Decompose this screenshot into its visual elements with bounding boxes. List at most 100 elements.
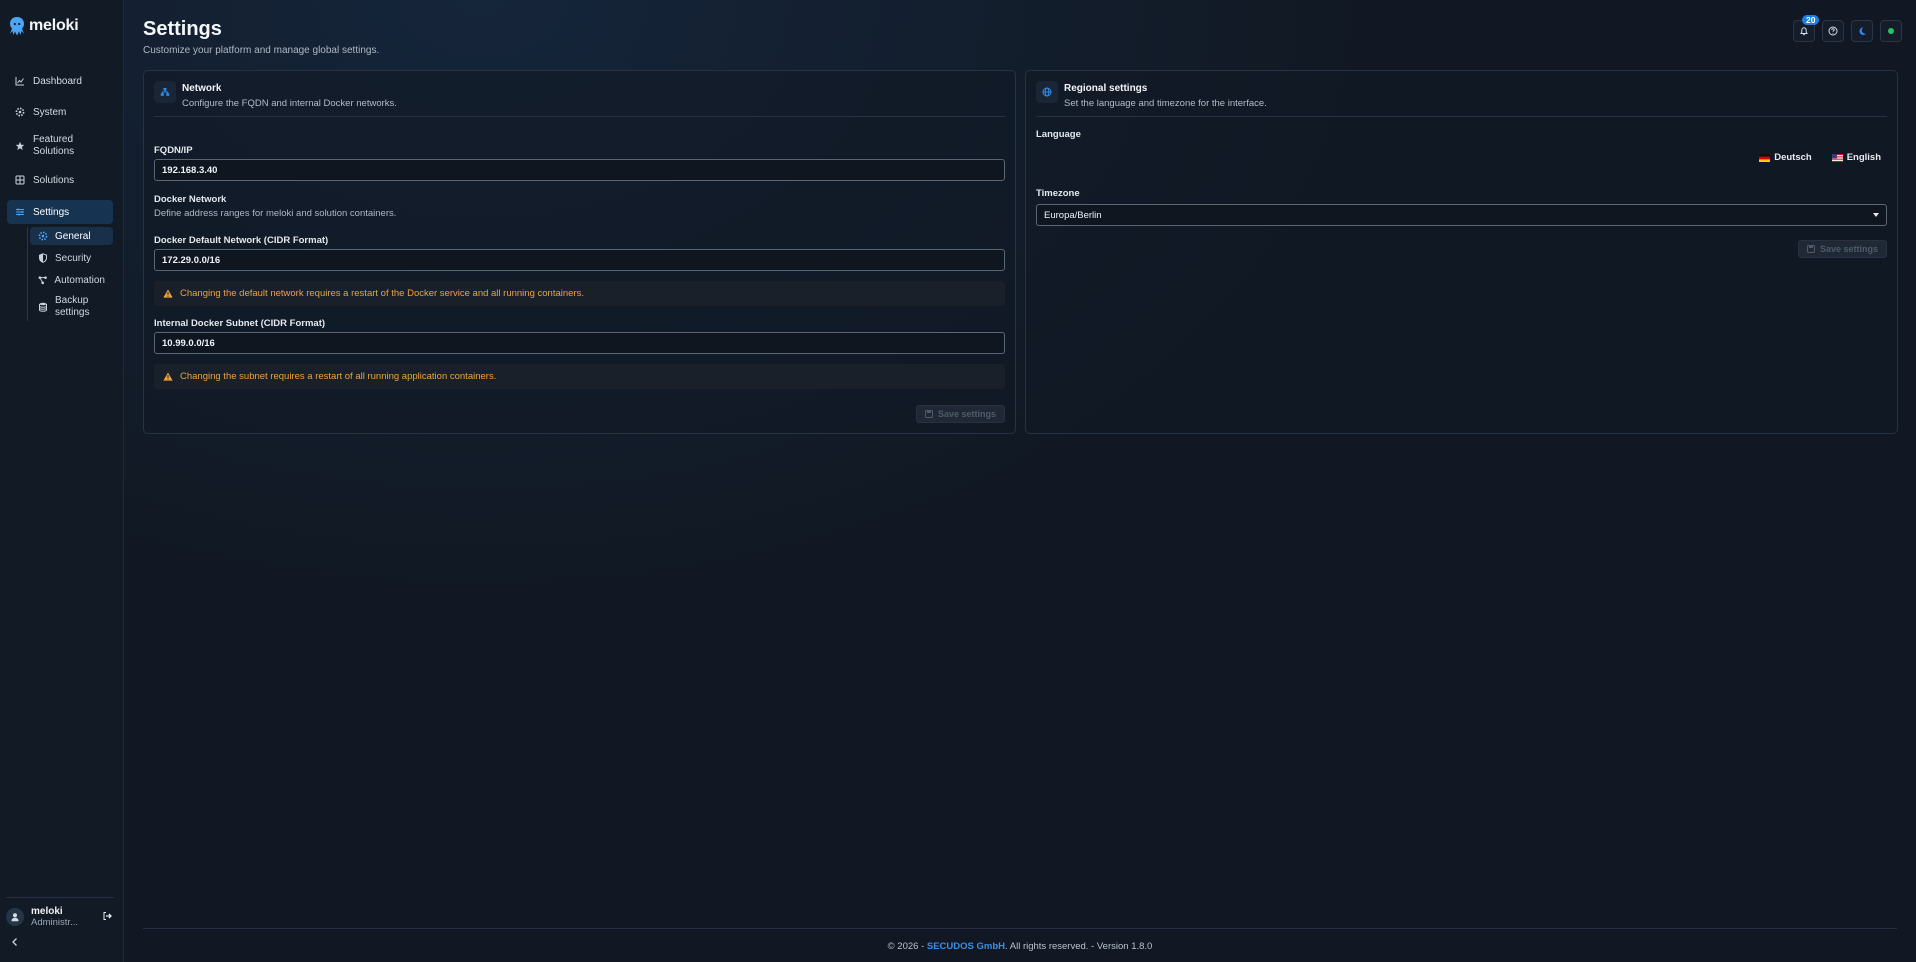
regional-save-button[interactable]: Save settings — [1797, 240, 1887, 258]
fqdn-label: FQDN/IP — [154, 145, 193, 156]
save-icon — [924, 410, 933, 418]
timezone-label: Timezone — [1036, 188, 1080, 199]
warning-triangle-icon — [163, 372, 173, 381]
caret-down-icon — [1873, 213, 1879, 217]
gear-icon — [15, 107, 25, 117]
sidebar-item-label: System — [33, 106, 67, 118]
app-logo[interactable]: meloki — [8, 16, 79, 36]
regional-settings-card: Regional settings Set the language and t… — [1025, 70, 1898, 434]
subnav-item-security[interactable]: Security — [30, 249, 113, 267]
logout-button[interactable] — [102, 911, 112, 924]
us-flag-icon — [1831, 153, 1843, 162]
bell-icon — [1800, 27, 1808, 36]
language-label-text: Deutsch — [1774, 152, 1812, 163]
sliders-icon — [16, 208, 24, 216]
notification-badge: 20 — [1802, 15, 1820, 25]
subnav-item-label: Automation — [54, 274, 105, 286]
user-icon — [11, 913, 19, 922]
language-label: Language — [1036, 129, 1081, 140]
timezone-select[interactable]: Europa/Berlin — [1036, 204, 1887, 226]
database-icon — [39, 302, 47, 312]
sidebar-item-settings[interactable]: Settings — [7, 200, 113, 224]
network-icon — [160, 88, 170, 96]
subnet-warning: Changing the subnet requires a restart o… — [154, 364, 1005, 389]
network-card-description: Configure the FQDN and internal Docker n… — [182, 98, 397, 109]
regional-card-header: Regional settings Set the language and t… — [1036, 81, 1887, 117]
docker-default-network-label: Docker Default Network (CIDR Format) — [154, 235, 329, 246]
user-info: meloki Administr... — [31, 906, 78, 928]
language-label-text: English — [1846, 152, 1881, 163]
page-subtitle: Customize your platform and manage globa… — [143, 45, 380, 56]
status-indicator-button[interactable] — [1880, 20, 1902, 42]
save-label: Save settings — [937, 409, 996, 419]
sidebar-item-label: Dashboard — [33, 75, 82, 87]
chart-line-icon — [15, 77, 24, 86]
page-title: Settings — [143, 18, 222, 40]
regional-card-title: Regional settings — [1064, 83, 1148, 94]
internal-subnet-input[interactable]: 10.99.0.0/16 — [154, 332, 1005, 354]
subnav-item-backup-settings[interactable]: Backup settings — [30, 293, 113, 321]
language-option-english[interactable]: English — [1831, 152, 1881, 163]
help-circle-icon — [1828, 26, 1838, 36]
theme-toggle-button[interactable] — [1851, 20, 1873, 42]
subnav-item-label: Backup settings — [55, 295, 90, 318]
main-content: Settings Customize your platform and man… — [124, 0, 1916, 962]
page-footer: © 2026 - SECUDOS GmbH. All rights reserv… — [143, 928, 1897, 952]
internal-subnet-label: Internal Docker Subnet (CIDR Format) — [154, 318, 326, 329]
app-root: meloki Dashboard System Featured Solutio… — [0, 0, 1916, 962]
status-dot-icon — [1888, 28, 1894, 34]
default-network-warning: Changing the default network requires a … — [154, 281, 1005, 306]
warning-text: Changing the subnet requires a restart o… — [180, 371, 497, 382]
subnav-item-automation[interactable]: Automation — [30, 271, 113, 289]
footer-prefix: © 2026 - — [887, 941, 927, 952]
save-icon — [1806, 245, 1815, 253]
footer-text: © 2026 - SECUDOS GmbH. All rights reserv… — [143, 941, 1897, 952]
docker-network-description: Define address ranges for meloki and sol… — [154, 208, 397, 219]
language-options: Deutsch English — [1759, 152, 1881, 163]
footer-suffix: . All rights reserved. - Version 1.8.0 — [1005, 941, 1153, 952]
network-card-icon-box — [154, 81, 176, 103]
sidebar-item-label: Solutions — [33, 174, 75, 186]
language-option-deutsch[interactable]: Deutsch — [1759, 152, 1812, 163]
fqdn-input[interactable]: 192.168.3.40 — [154, 159, 1005, 181]
gear-icon — [38, 231, 48, 241]
collapse-sidebar-button[interactable] — [10, 937, 20, 950]
regional-card-description: Set the language and timezone for the in… — [1064, 98, 1267, 109]
octopus-logo-icon — [10, 17, 24, 36]
subnav-item-label: Security — [55, 252, 92, 264]
network-save-button[interactable]: Save settings — [915, 405, 1005, 423]
network-card: Network Configure the FQDN and internal … — [143, 70, 1016, 434]
docker-default-network-input[interactable]: 172.29.0.0/16 — [154, 249, 1005, 271]
network-card-header: Network Configure the FQDN and internal … — [154, 81, 1005, 117]
regional-card-icon-box — [1036, 81, 1058, 103]
grid-icon — [15, 175, 25, 185]
sidebar-item-system[interactable]: System — [7, 101, 113, 123]
subnav-item-label: General — [55, 230, 91, 242]
user-panel: meloki Administr... — [6, 897, 114, 928]
settings-subnav: General Security Automation Backup setti… — [27, 227, 113, 321]
sidebar: meloki Dashboard System Featured Solutio… — [0, 0, 124, 962]
sidebar-nav: Dashboard System Featured Solutions Solu… — [7, 70, 113, 325]
sidebar-item-featured-solutions[interactable]: Featured Solutions — [7, 132, 113, 160]
logout-icon — [103, 911, 112, 920]
company-link[interactable]: SECUDOS GmbH — [927, 941, 1005, 952]
sidebar-item-label: Featured Solutions — [33, 134, 75, 157]
user-name: meloki — [31, 906, 63, 917]
notifications-button[interactable]: 20 — [1793, 15, 1820, 42]
moon-icon — [1859, 27, 1866, 35]
timezone-value: Europa/Berlin — [1044, 209, 1102, 221]
nodes-icon — [38, 276, 47, 285]
avatar[interactable] — [6, 908, 24, 926]
sidebar-item-dashboard[interactable]: Dashboard — [7, 70, 113, 92]
help-button[interactable] — [1822, 20, 1844, 42]
subnav-item-general[interactable]: General — [30, 227, 113, 245]
save-label: Save settings — [1819, 244, 1878, 254]
warning-triangle-icon — [163, 289, 173, 298]
german-flag-icon — [1759, 153, 1771, 162]
globe-icon — [1042, 87, 1052, 97]
user-role: Administr... — [31, 917, 78, 928]
warning-text: Changing the default network requires a … — [180, 288, 584, 299]
sidebar-item-label: Settings — [33, 206, 70, 218]
star-icon — [15, 141, 25, 150]
sidebar-item-solutions[interactable]: Solutions — [7, 169, 113, 191]
